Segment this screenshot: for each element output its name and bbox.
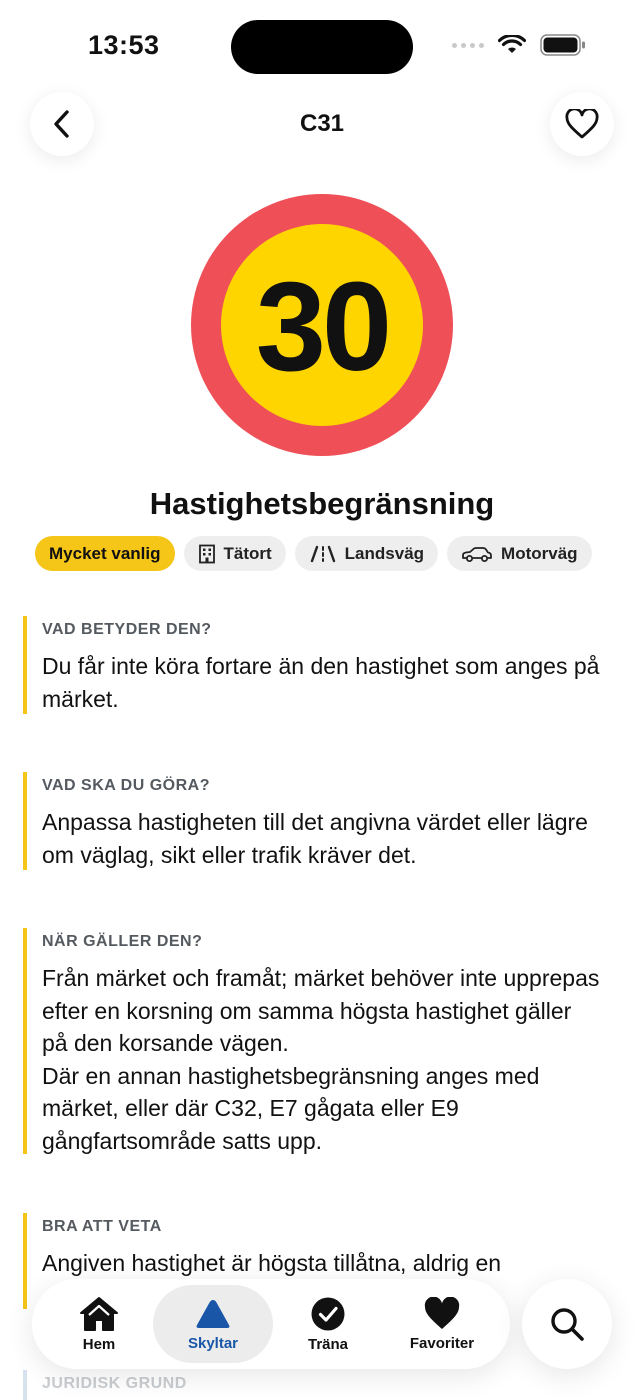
tag-label: Motorväg <box>501 543 578 563</box>
tag-label: Landsväg <box>344 543 425 563</box>
section-action: VAD SKA DU GÖRA? Anpassa hastigheten til… <box>23 772 603 870</box>
tab-label: Hem <box>82 1335 116 1353</box>
status-icons <box>452 34 586 56</box>
tab-signs[interactable]: Skyltar <box>153 1285 273 1363</box>
building-icon <box>198 544 215 563</box>
status-time: 13:53 <box>88 30 160 60</box>
page-title: C31 <box>299 110 345 137</box>
tag-rural-road: Landsväg <box>294 536 439 571</box>
section-text: Från märket och framåt; märket behöver i… <box>42 965 600 1154</box>
section-label: NÄR GÄLLER DEN? <box>42 933 203 950</box>
check-circle-icon <box>311 1297 345 1330</box>
status-bar: 13:53 <box>0 0 644 96</box>
speed-limit-sign: 30 <box>191 194 453 456</box>
favorite-button[interactable] <box>550 92 614 156</box>
tab-home[interactable]: Hem <box>39 1285 159 1363</box>
search-icon <box>551 1308 584 1341</box>
section-validity: NÄR GÄLLER DEN? Från märket och framåt; … <box>23 928 603 1154</box>
section-label: BRA ATT VETA <box>42 1218 162 1235</box>
dynamic-island <box>231 20 413 74</box>
tab-label: Favoriter <box>409 1334 475 1352</box>
wifi-icon <box>498 35 526 53</box>
section-label: JURIDISK GRUND <box>42 1375 187 1392</box>
section-meaning: VAD BETYDER DEN? Du får inte köra fortar… <box>23 616 603 714</box>
road-icon <box>310 545 335 562</box>
cellular-signal-icon <box>452 42 484 48</box>
tab-label: Skyltar <box>187 1334 239 1352</box>
section-text: Anpassa hastigheten till det angivna vär… <box>42 809 588 868</box>
tag-label: Mycket vanlig <box>49 543 161 563</box>
triangle-sign-icon <box>196 1299 230 1328</box>
section-label: VAD BETYDER DEN? <box>42 621 212 638</box>
search-button[interactable] <box>522 1279 612 1369</box>
tag-frequency: Mycket vanlig <box>35 536 175 571</box>
car-icon <box>462 546 492 562</box>
section-text: Angiven hastighet är högsta tillåtna, al… <box>42 1250 502 1276</box>
tab-label: Träna <box>307 1335 349 1353</box>
tag-list: Mycket vanlig Tätort Landsväg Motorväg <box>35 536 592 571</box>
tag-urban: Tätort <box>183 536 286 571</box>
sign-number: 30 <box>256 256 388 397</box>
heart-outline-icon <box>565 109 599 139</box>
section-text: Du får inte köra fortare än den hastighe… <box>42 653 600 712</box>
heart-icon <box>424 1296 460 1329</box>
sign-name: Hastighetsbegränsning <box>149 486 495 521</box>
battery-icon <box>540 34 585 56</box>
tag-motorway: Motorväg <box>447 536 592 571</box>
home-icon <box>80 1296 118 1331</box>
section-legal-basis: JURIDISK GRUND <box>23 1370 603 1400</box>
tab-practice[interactable]: Träna <box>268 1285 388 1363</box>
bottom-tab-bar: Hem Skyltar Träna Favoriter <box>32 1279 510 1369</box>
tag-label: Tätort <box>223 543 272 563</box>
tab-favorites[interactable]: Favoriter <box>382 1285 502 1363</box>
section-label: VAD SKA DU GÖRA? <box>42 777 210 794</box>
